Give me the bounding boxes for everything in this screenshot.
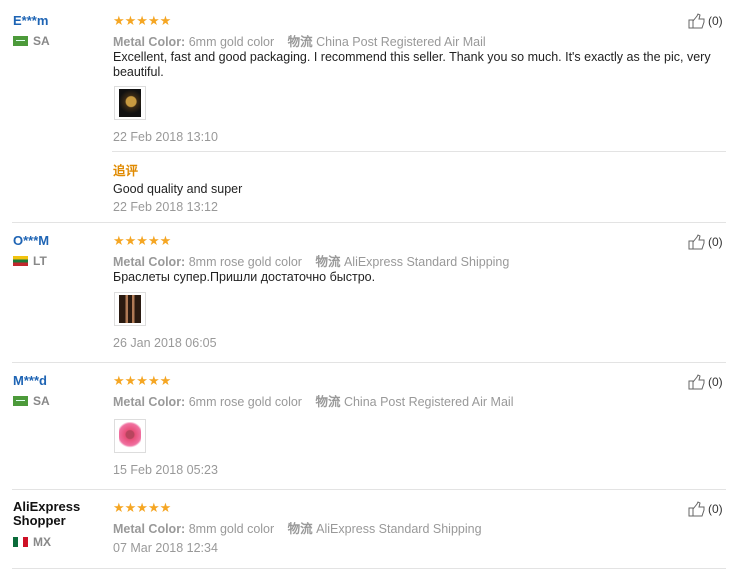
reviewer-name[interactable]: E***m: [13, 13, 48, 28]
bracelet-image: [119, 295, 141, 323]
rating-stars: ★★★★★: [113, 500, 172, 515]
thumbs-up-icon: [688, 374, 705, 390]
flag-icon: [13, 36, 28, 46]
review-date: 07 Mar 2018 12:34: [113, 541, 218, 555]
thumbs-up-icon: [688, 13, 705, 29]
metal-color-value: 8mm rose gold color: [188, 255, 302, 269]
reviewer-name[interactable]: O***M: [13, 233, 49, 248]
flag-icon: [13, 537, 28, 547]
helpful-count: (0): [708, 235, 723, 249]
thumbs-up-icon: [688, 501, 705, 517]
review-date: 22 Feb 2018 13:10: [113, 130, 218, 144]
logistics-label: 物流: [315, 255, 341, 269]
review-photo[interactable]: [114, 419, 146, 453]
review-date: 26 Jan 2018 06:05: [113, 336, 217, 350]
review-divider: [12, 489, 726, 490]
reviewer-country: MX: [13, 535, 51, 549]
review-divider: [12, 568, 726, 569]
helpful-button[interactable]: (0): [688, 374, 723, 390]
reviewer-country: SA: [13, 394, 50, 408]
country-code: LT: [33, 254, 47, 268]
reviewer-name: AliExpress Shopper: [13, 499, 81, 528]
country-code: SA: [33, 34, 50, 48]
order-attributes: Metal Color: 6mm rose gold color 物流 Chin…: [113, 391, 513, 410]
reviewer-country: SA: [13, 34, 50, 48]
metal-color-value: 6mm gold color: [188, 35, 275, 49]
flag-icon: [13, 396, 28, 406]
helpful-button[interactable]: (0): [688, 13, 723, 29]
logistics-label: 物流: [287, 522, 313, 536]
additional-review-text: Good quality and super: [113, 182, 243, 196]
rating-stars: ★★★★★: [113, 233, 172, 248]
helpful-count: (0): [708, 14, 723, 28]
metal-color-label: Metal Color:: [113, 255, 186, 269]
country-code: MX: [33, 535, 51, 549]
review-divider: [12, 362, 726, 363]
shipping-value: China Post Registered Air Mail: [316, 35, 486, 49]
helpful-button[interactable]: (0): [688, 234, 723, 250]
order-attributes: Metal Color: 6mm gold color 物流 China Pos…: [113, 31, 486, 50]
logistics-label: 物流: [315, 395, 341, 409]
divider: [112, 151, 726, 152]
review-divider: [12, 222, 726, 223]
rating-stars: ★★★★★: [113, 13, 172, 28]
metal-color-label: Metal Color:: [113, 35, 186, 49]
metal-color-label: Metal Color:: [113, 395, 186, 409]
review-photo[interactable]: [114, 86, 146, 120]
thumbs-up-icon: [688, 234, 705, 250]
additional-review-label: 追评: [113, 164, 139, 178]
metal-color-value: 6mm rose gold color: [188, 395, 302, 409]
metal-color-value: 8mm gold color: [188, 522, 275, 536]
helpful-button[interactable]: (0): [688, 501, 723, 517]
bracelet-image: [119, 89, 141, 117]
order-attributes: Metal Color: 8mm rose gold color 物流 AliE…: [113, 251, 509, 270]
country-code: SA: [33, 394, 50, 408]
order-attributes: Metal Color: 8mm gold color 物流 AliExpres…: [113, 518, 482, 537]
metal-color-label: Metal Color:: [113, 522, 186, 536]
shipping-value: AliExpress Standard Shipping: [343, 255, 510, 269]
helpful-count: (0): [708, 502, 723, 516]
review-photo[interactable]: [114, 292, 146, 326]
shipping-value: China Post Registered Air Mail: [343, 395, 514, 409]
review-text: Браслеты супер.Пришли достаточно быстро.: [113, 270, 376, 284]
additional-review-date: 22 Feb 2018 13:12: [113, 200, 218, 214]
review-date: 15 Feb 2018 05:23: [113, 463, 218, 477]
package-image: [119, 422, 141, 450]
shipping-value: AliExpress Standard Shipping: [316, 522, 482, 536]
reviewer-name[interactable]: M***d: [13, 373, 47, 388]
reviewer-country: LT: [13, 254, 47, 268]
rating-stars: ★★★★★: [113, 373, 172, 388]
logistics-label: 物流: [287, 35, 313, 49]
review-text: Excellent, fast and good packaging. I re…: [113, 50, 711, 79]
helpful-count: (0): [708, 375, 723, 389]
flag-icon: [13, 256, 28, 266]
